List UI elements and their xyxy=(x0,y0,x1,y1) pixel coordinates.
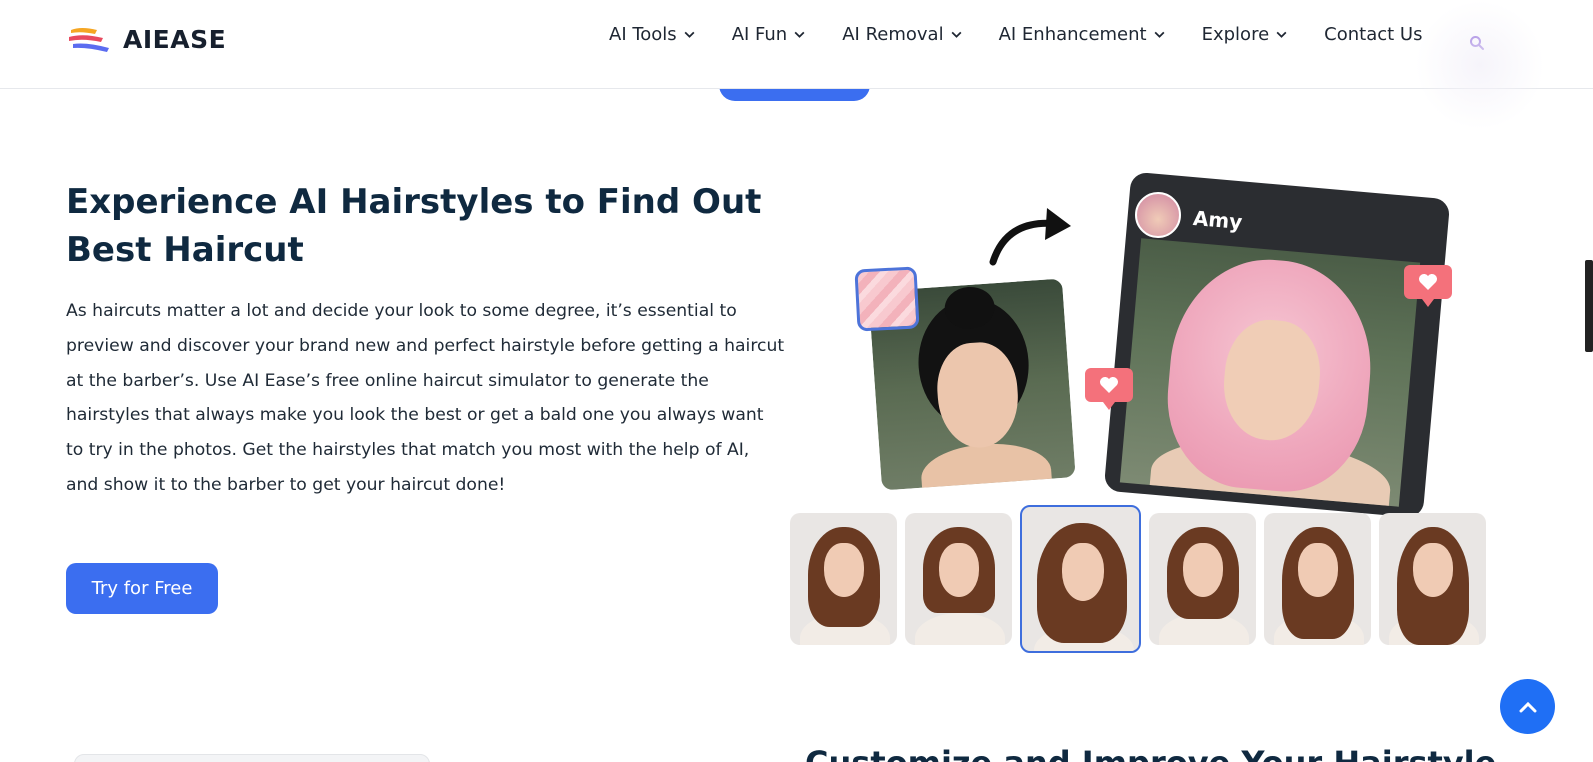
thumbnail-face xyxy=(824,543,864,597)
chevron-down-icon xyxy=(684,31,695,38)
nav-item-ai-fun[interactable]: AI Fun xyxy=(732,24,807,45)
hairstyle-thumbnails xyxy=(790,505,1486,653)
search-button[interactable] xyxy=(1462,28,1492,58)
heart-badge-icon xyxy=(1404,265,1452,307)
hairstyle-thumbnail[interactable] xyxy=(790,513,897,645)
search-icon xyxy=(1470,36,1484,50)
thumbnail-face xyxy=(939,543,979,597)
chevron-up-icon xyxy=(1519,701,1536,712)
thumbnail-face xyxy=(1062,543,1104,601)
thumbnail-body xyxy=(915,613,1005,645)
nav-item-ai-removal[interactable]: AI Removal xyxy=(842,24,962,45)
nav-item-label: AI Enhancement xyxy=(998,24,1147,45)
nav-item-ai-enhancement[interactable]: AI Enhancement xyxy=(999,24,1166,45)
heart-badge-icon xyxy=(1085,368,1133,410)
curved-arrow-icon xyxy=(989,208,1071,266)
brand-name: AIEASE xyxy=(123,24,227,54)
next-section-card xyxy=(74,754,430,762)
main-nav: AI Tools AI Fun AI Removal AI Enhancemen… xyxy=(609,24,1458,45)
profile-name: Amy xyxy=(1192,205,1244,235)
hairstyle-thumbnail[interactable] xyxy=(1149,513,1256,645)
pink-color-swatch xyxy=(854,266,920,332)
section-description: As haircuts matter a lot and decide your… xyxy=(66,301,785,495)
pink-hair-result-photo xyxy=(1119,238,1421,507)
page-scrollbar[interactable] xyxy=(1585,260,1593,352)
hairstyle-thumbnail-active[interactable] xyxy=(1020,505,1141,653)
brand-logo[interactable]: AIEASE xyxy=(67,24,226,54)
hairstyle-thumbnail[interactable] xyxy=(1379,513,1486,645)
search-glow xyxy=(1415,0,1545,130)
nav-item-label: Explore xyxy=(1201,24,1270,45)
thumbnail-face xyxy=(1413,543,1453,597)
nav-item-label: AI Fun xyxy=(731,24,788,45)
scroll-to-top-button[interactable] xyxy=(1500,679,1555,734)
hairstyle-thumbnail[interactable] xyxy=(1264,513,1371,645)
nav-item-label: AI Tools xyxy=(609,24,677,45)
next-section-heading: Customize and Improve Your Hairstyle xyxy=(805,744,1496,762)
thumbnail-face xyxy=(1298,543,1338,597)
try-for-free-button[interactable]: Try for Free xyxy=(66,563,218,614)
chevron-down-icon xyxy=(1276,31,1287,38)
avatar xyxy=(1135,192,1181,238)
chevron-down-icon xyxy=(1154,31,1165,38)
site-header: AIEASE AI Tools AI Fun AI Removal AI Enh… xyxy=(0,0,1593,130)
chevron-down-icon xyxy=(951,31,962,38)
hairstyle-thumbnail[interactable] xyxy=(905,513,1012,645)
nav-item-label: Contact Us xyxy=(1324,24,1423,45)
logo-mark-icon xyxy=(69,28,109,52)
chevron-down-icon xyxy=(794,31,805,38)
nav-item-explore[interactable]: Explore xyxy=(1202,24,1289,45)
original-neck xyxy=(919,439,1054,494)
section-title: Experience AI Hairstyles to Find Out Bes… xyxy=(66,182,762,270)
nav-item-contact-us[interactable]: Contact Us xyxy=(1324,24,1422,45)
nav-item-ai-tools[interactable]: AI Tools xyxy=(609,24,696,45)
hairstyle-illustration: Amy xyxy=(790,170,1530,660)
nav-item-label: AI Removal xyxy=(842,24,944,45)
thumbnail-face xyxy=(1183,543,1223,597)
